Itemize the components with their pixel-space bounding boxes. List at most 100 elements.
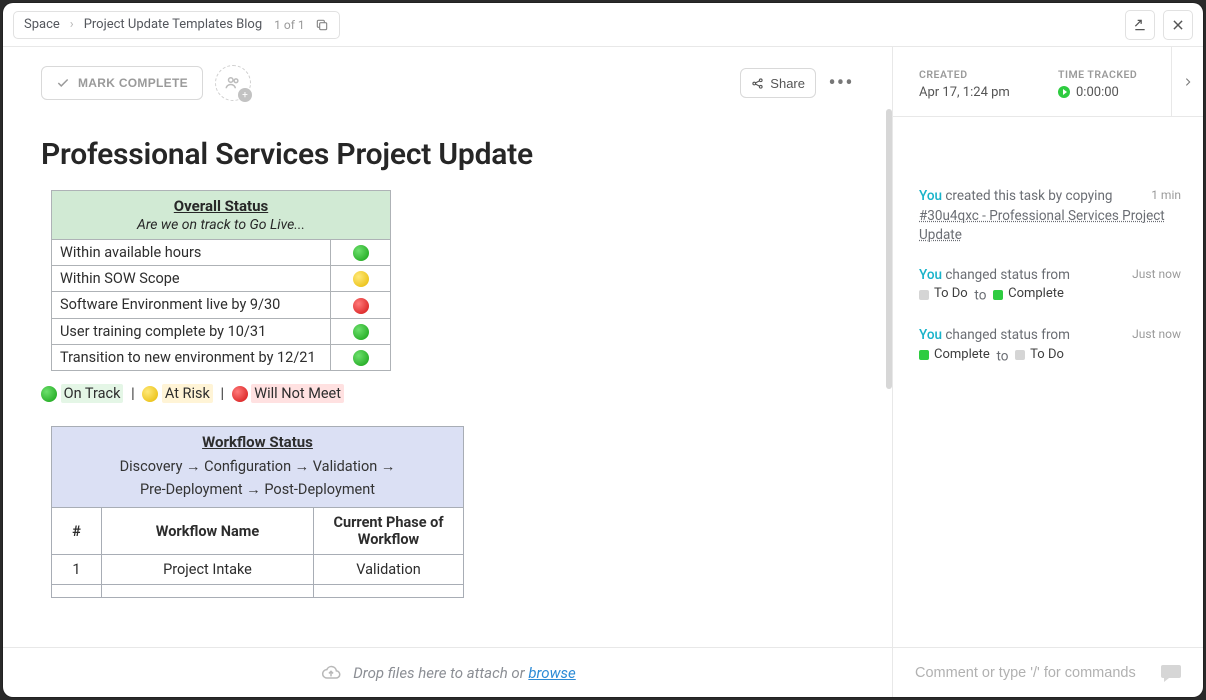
legend-will-not-meet: Will Not Meet	[251, 384, 344, 403]
attachment-dropzone[interactable]: Drop files here to attach or browse	[3, 647, 892, 697]
overall-status-table: Overall Status Are we on track to Go Liv…	[51, 190, 391, 371]
status-label: Within available hours	[52, 240, 331, 266]
timer-play-icon[interactable]	[1058, 86, 1070, 98]
activity-feed: 1 min You created this task by copying #…	[893, 117, 1203, 647]
status-dot-green	[41, 386, 57, 402]
col-phase: Current Phase of Workflow	[314, 508, 464, 555]
cloud-upload-icon	[319, 663, 343, 683]
share-label: Share	[770, 76, 805, 91]
workflow-sub-line: Pre-Deployment → Post-Deployment	[140, 481, 375, 498]
overall-status-header: Overall Status Are we on track to Go Liv…	[52, 191, 391, 240]
cell-phase: Validation	[314, 555, 464, 585]
activity-verb: changed status from	[942, 327, 1070, 343]
assignee-add-button[interactable]: +	[215, 65, 251, 101]
chevron-right-icon: ›	[70, 17, 74, 32]
status-dot-green	[353, 350, 369, 366]
comment-input[interactable]	[915, 665, 1147, 681]
breadcrumb-leaf[interactable]: Project Update Templates Blog	[84, 17, 262, 32]
status-from-label: Complete	[934, 346, 990, 365]
status-label: User training complete by 10/31	[52, 318, 331, 344]
activity-time: 1 min	[1151, 187, 1181, 204]
share-icon	[751, 77, 764, 90]
topbar: Space › Project Update Templates Blog 1 …	[3, 3, 1203, 47]
col-number: #	[52, 508, 102, 555]
comment-send-icon[interactable]	[1157, 661, 1185, 685]
legend: On Track | At Risk | Will Not Meet	[41, 385, 854, 402]
status-square-grey	[919, 290, 929, 300]
meta-time-label: TIME TRACKED	[1058, 68, 1153, 81]
breadcrumb: Space › Project Update Templates Blog 1 …	[13, 11, 340, 39]
status-dot-green	[353, 245, 369, 261]
attach-text: Drop files here to attach or browse	[353, 664, 576, 682]
scrollbar[interactable]	[886, 109, 892, 389]
meta-time-tracked: TIME TRACKED 0:00:00	[1032, 54, 1171, 110]
breadcrumb-root[interactable]: Space	[24, 17, 60, 32]
activity-link[interactable]: #30u4qxc - Professional Services Project…	[919, 208, 1165, 244]
check-icon	[56, 76, 70, 90]
status-to-label: Complete	[1008, 285, 1064, 304]
legend-on-track: On Track	[61, 384, 124, 403]
workflow-header: Workflow Status Discovery → Configuratio…	[52, 427, 464, 508]
meta-created: CREATED Apr 17, 1:24 pm	[893, 54, 1032, 110]
status-from: To Do	[919, 285, 968, 304]
activity-actor: You	[919, 267, 942, 283]
workflow-title: Workflow Status	[60, 433, 455, 451]
status-square-green	[993, 290, 1003, 300]
status-dot-red	[353, 298, 369, 314]
attach-text-prefix: Drop files here to attach or	[353, 664, 528, 682]
sidebar-collapse-button[interactable]	[1171, 47, 1203, 117]
overall-status-title: Overall Status	[60, 197, 382, 215]
browse-link[interactable]: browse	[528, 664, 575, 682]
status-dot-green	[353, 324, 369, 340]
cell-name: Project Intake	[102, 555, 314, 585]
meta-time-value[interactable]: 0:00:00	[1058, 85, 1153, 100]
timer-value: 0:00:00	[1076, 85, 1119, 100]
table-row	[52, 585, 464, 598]
task-modal: Space › Project Update Templates Blog 1 …	[3, 3, 1203, 697]
share-button[interactable]: Share	[740, 68, 816, 98]
cell-number: 1	[52, 555, 102, 585]
status-to: Complete	[993, 285, 1064, 304]
table-row: Within available hours	[52, 240, 391, 266]
meta-created-value: Apr 17, 1:24 pm	[919, 85, 1014, 100]
status-dot-yellow	[353, 271, 369, 287]
activity-time: Just now	[1132, 266, 1181, 283]
mark-complete-button[interactable]: MARK COMPLETE	[41, 66, 203, 100]
comment-bar	[893, 647, 1203, 697]
activity-item: 1 min You created this task by copying #…	[919, 187, 1181, 246]
activity-item: Just now You changed status from To Do t…	[919, 266, 1181, 307]
legend-at-risk: At Risk	[162, 384, 213, 403]
table-row: Software Environment live by 9/30	[52, 292, 391, 318]
activity-verb: changed status from	[942, 267, 1070, 283]
chevron-right-icon	[1183, 75, 1193, 89]
status-dot-red	[232, 386, 248, 402]
status-to-label: To Do	[1030, 346, 1064, 365]
meta-bar: CREATED Apr 17, 1:24 pm TIME TRACKED 0:0…	[893, 47, 1203, 117]
workflow-sub: Discovery → Configuration → Validation →…	[60, 455, 455, 501]
table-row: 1 Project Intake Validation	[52, 555, 464, 585]
plus-icon: +	[238, 88, 252, 102]
activity-actor: You	[919, 327, 942, 343]
breadcrumb-pill[interactable]: Space › Project Update Templates Blog 1 …	[13, 11, 340, 39]
breadcrumb-count: 1 of 1	[274, 18, 304, 32]
sidebar: CREATED Apr 17, 1:24 pm TIME TRACKED 0:0…	[893, 47, 1203, 697]
status-label: Transition to new environment by 12/21	[52, 344, 331, 370]
status-dot-yellow	[142, 386, 158, 402]
status-label: Software Environment live by 9/30	[52, 292, 331, 318]
minimize-button[interactable]	[1125, 10, 1155, 40]
meta-created-label: CREATED	[919, 68, 1014, 81]
task-title[interactable]: Professional Services Project Update	[41, 137, 854, 172]
table-row: Transition to new environment by 12/21	[52, 344, 391, 370]
more-menu-button[interactable]: •••	[828, 70, 854, 96]
col-name: Workflow Name	[102, 508, 314, 555]
status-label: Within SOW Scope	[52, 266, 331, 292]
activity-verb: created this task by copying	[942, 188, 1113, 204]
table-row: User training complete by 10/31	[52, 318, 391, 344]
workflow-status-table: Workflow Status Discovery → Configuratio…	[51, 426, 464, 598]
main-panel: MARK COMPLETE + Share •••	[3, 47, 893, 697]
copy-icon[interactable]	[315, 18, 329, 32]
table-header-row: # Workflow Name Current Phase of Workflo…	[52, 508, 464, 555]
close-button[interactable]	[1163, 10, 1193, 40]
status-square-green	[919, 350, 929, 360]
status-square-grey	[1015, 350, 1025, 360]
